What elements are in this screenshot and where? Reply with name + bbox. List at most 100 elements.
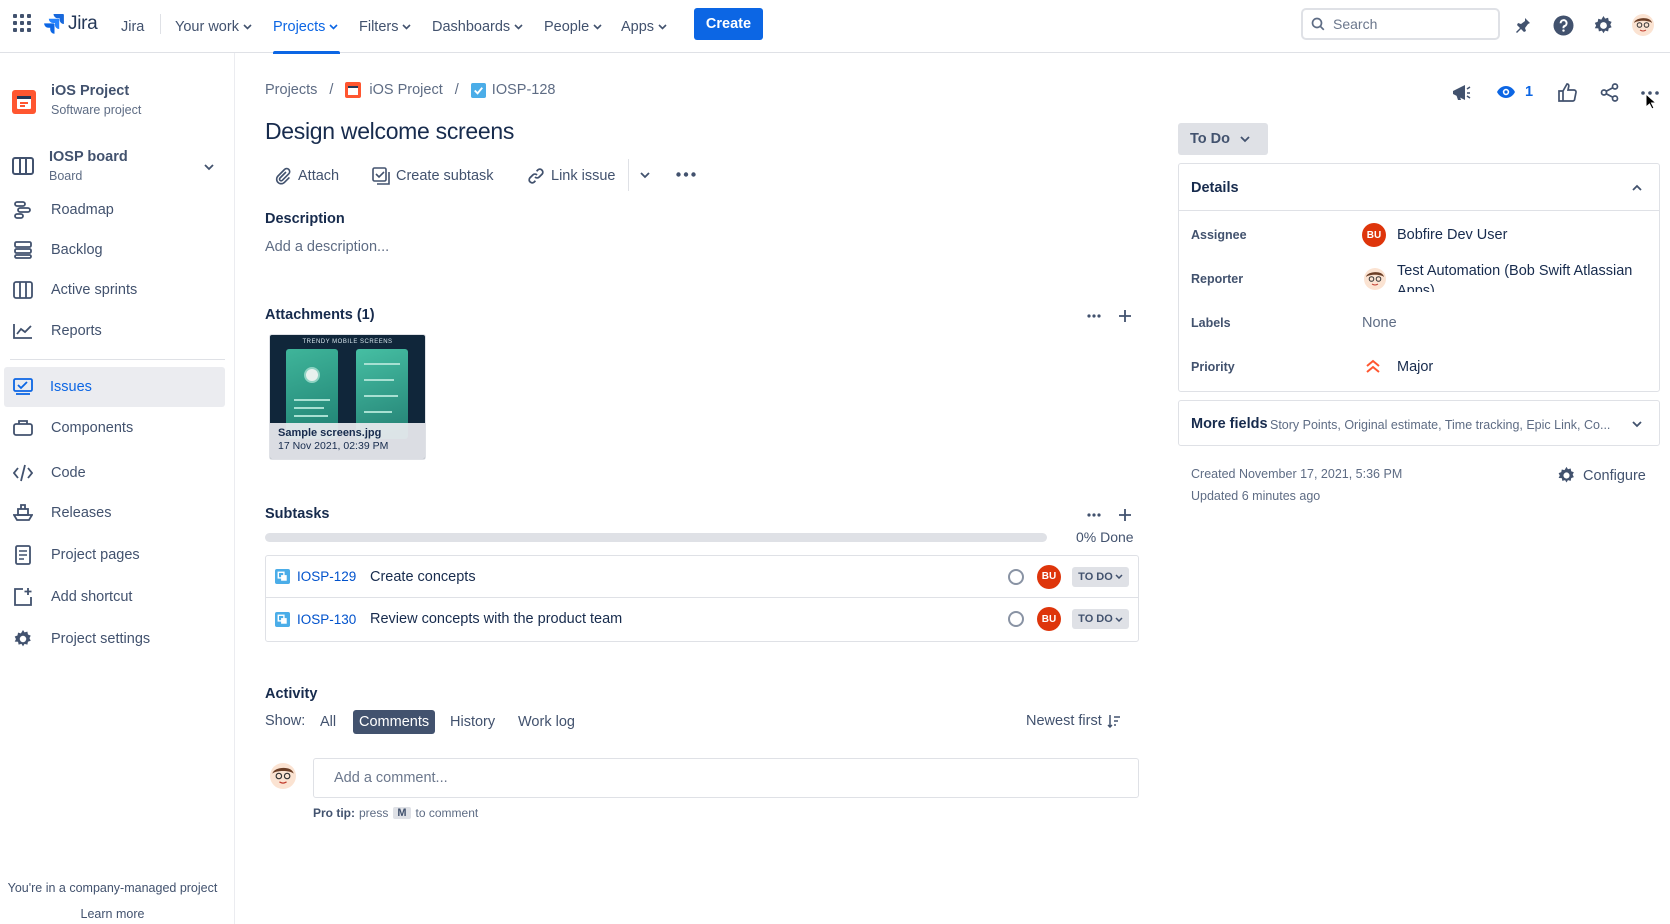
labels-value[interactable]: None bbox=[1362, 315, 1397, 331]
thumbs-up-icon[interactable] bbox=[1558, 83, 1577, 102]
create-subtask-button[interactable]: Create subtask bbox=[372, 163, 494, 189]
help-icon[interactable] bbox=[1552, 14, 1574, 36]
breadcrumb-project[interactable]: iOS Project bbox=[369, 82, 442, 98]
notifications-icon[interactable] bbox=[1512, 14, 1534, 36]
details-header[interactable]: Details bbox=[1179, 164, 1659, 211]
mock-line bbox=[364, 395, 398, 397]
breadcrumb-issue-key[interactable]: IOSP-128 bbox=[492, 82, 556, 98]
assignee-label: Assignee bbox=[1191, 228, 1247, 242]
watch-button[interactable]: 1 bbox=[1496, 84, 1533, 100]
sidebar-item-roadmap[interactable]: Roadmap bbox=[0, 190, 225, 230]
search-input[interactable]: Search bbox=[1301, 8, 1500, 40]
assignee-value[interactable]: Bobfire Dev User bbox=[1397, 227, 1507, 243]
more-icon[interactable] bbox=[1087, 513, 1101, 517]
sidebar-item-project-settings[interactable]: Project settings bbox=[0, 619, 225, 659]
settings-gear-icon[interactable] bbox=[1592, 14, 1614, 36]
subtask-summary[interactable]: Create concepts bbox=[370, 569, 476, 585]
share-icon[interactable] bbox=[1600, 83, 1619, 102]
comment-input[interactable]: Add a comment... bbox=[313, 758, 1139, 798]
sidebar-item-releases[interactable]: Releases bbox=[0, 493, 225, 533]
gear-icon bbox=[12, 628, 34, 650]
eye-icon bbox=[1497, 86, 1515, 98]
assignee-avatar[interactable]: BU bbox=[1037, 607, 1061, 631]
project-name[interactable]: iOS Project bbox=[51, 83, 129, 99]
configure-button[interactable]: Configure bbox=[1557, 466, 1646, 485]
tab-comments[interactable]: Comments bbox=[353, 710, 436, 734]
chevron-down-icon bbox=[514, 23, 523, 30]
attachment-filename: Sample screens.jpg bbox=[278, 427, 382, 439]
issues-icon bbox=[12, 376, 34, 398]
jira-logo-icon bbox=[44, 14, 64, 34]
chevron-down-icon bbox=[1115, 616, 1123, 622]
product-label: Jira bbox=[121, 18, 145, 35]
more-actions-icon[interactable] bbox=[676, 172, 696, 177]
profile-avatar[interactable] bbox=[1632, 14, 1654, 36]
app-switcher-icon[interactable] bbox=[13, 14, 31, 32]
product-switcher-label[interactable]: Jira bbox=[121, 0, 144, 53]
chart-icon bbox=[12, 320, 34, 342]
status-label: To Do bbox=[1190, 131, 1230, 147]
sidebar-item-project-pages[interactable]: Project pages bbox=[0, 535, 225, 575]
attachments-heading: Attachments (1) bbox=[265, 307, 375, 323]
link-icon bbox=[528, 168, 544, 184]
sidebar-item-code[interactable]: Code bbox=[0, 453, 225, 493]
subtask-key[interactable]: IOSP-129 bbox=[297, 569, 356, 584]
chevron-down-icon[interactable] bbox=[640, 172, 650, 179]
assignee-avatar[interactable]: BU bbox=[1037, 564, 1061, 589]
table-row[interactable]: IOSP-129 Create concepts BU TO DO bbox=[266, 556, 1138, 598]
sidebar-item-backlog[interactable]: Backlog bbox=[0, 230, 225, 270]
table-row[interactable]: IOSP-130 Review concepts with the produc… bbox=[266, 598, 1138, 640]
more-icon[interactable] bbox=[1087, 314, 1101, 318]
sidebar-item-active-sprints[interactable]: Active sprints bbox=[0, 270, 225, 310]
description-field[interactable]: Add a description... bbox=[265, 239, 389, 255]
tab-history[interactable]: History bbox=[444, 710, 501, 734]
status-dropdown[interactable]: TO DO bbox=[1072, 609, 1129, 629]
add-icon[interactable] bbox=[1118, 508, 1132, 522]
sidebar-item-reports[interactable]: Reports bbox=[0, 311, 225, 351]
nav-people[interactable]: People bbox=[544, 0, 602, 53]
priority-value[interactable]: Major bbox=[1397, 359, 1433, 375]
link-issue-button[interactable]: Link issue bbox=[527, 163, 615, 189]
nav-your-work[interactable]: Your work bbox=[175, 0, 252, 53]
sidebar-item-issues[interactable]: Issues bbox=[4, 367, 225, 407]
sidebar-item-add-shortcut[interactable]: Add shortcut bbox=[0, 577, 225, 617]
jira-logo[interactable]: Jira bbox=[44, 12, 98, 36]
nav-filters[interactable]: Filters bbox=[359, 0, 412, 53]
status-button[interactable]: To Do bbox=[1178, 123, 1268, 155]
configure-label: Configure bbox=[1583, 467, 1646, 484]
nav-label: Projects bbox=[273, 18, 326, 35]
nav-projects[interactable]: Projects bbox=[273, 0, 340, 54]
subtask-summary[interactable]: Review concepts with the product team bbox=[370, 611, 622, 627]
pro-tip-suffix: to comment bbox=[415, 806, 479, 820]
more-fields-panel[interactable]: More fields Story Points, Original estim… bbox=[1178, 400, 1660, 446]
sort-toggle[interactable]: Newest first bbox=[1026, 713, 1121, 729]
reporter-value[interactable]: Test Automation (Bob Swift Atlassian App… bbox=[1397, 261, 1649, 292]
nav-label: People bbox=[544, 18, 590, 35]
roadmap-icon bbox=[12, 199, 34, 221]
learn-more-link[interactable]: Learn more bbox=[0, 907, 225, 921]
mock-line bbox=[294, 415, 328, 417]
tab-all[interactable]: All bbox=[314, 710, 342, 734]
breadcrumb-projects[interactable]: Projects bbox=[265, 82, 317, 98]
tab-work-log[interactable]: Work log bbox=[512, 710, 581, 734]
create-button[interactable]: Create bbox=[694, 8, 763, 40]
mock-line bbox=[364, 363, 400, 365]
nav-dashboards[interactable]: Dashboards bbox=[432, 0, 523, 53]
attach-button[interactable]: Attach bbox=[274, 163, 339, 189]
search-icon bbox=[1311, 17, 1325, 31]
status-dropdown[interactable]: TO DO bbox=[1072, 566, 1129, 587]
sidebar-item-components[interactable]: Components bbox=[0, 408, 225, 448]
add-icon[interactable] bbox=[1118, 309, 1132, 323]
issue-title[interactable]: Design welcome screens bbox=[265, 118, 514, 145]
sidebar-item-label: Project pages bbox=[51, 547, 140, 563]
subtask-key[interactable]: IOSP-130 bbox=[297, 612, 356, 627]
labels-label: Labels bbox=[1191, 316, 1231, 330]
mock-line bbox=[364, 379, 394, 381]
board-switcher[interactable]: IOSP board Board bbox=[0, 144, 225, 188]
sidebar-item-label: Project settings bbox=[51, 631, 151, 647]
backlog-icon bbox=[12, 239, 34, 261]
megaphone-icon[interactable] bbox=[1451, 83, 1471, 103]
mock-line bbox=[364, 411, 392, 413]
attachment-thumbnail[interactable]: TRENDY MOBILE SCREENS Sample screens.jpg… bbox=[269, 334, 426, 460]
nav-apps[interactable]: Apps bbox=[621, 0, 667, 53]
